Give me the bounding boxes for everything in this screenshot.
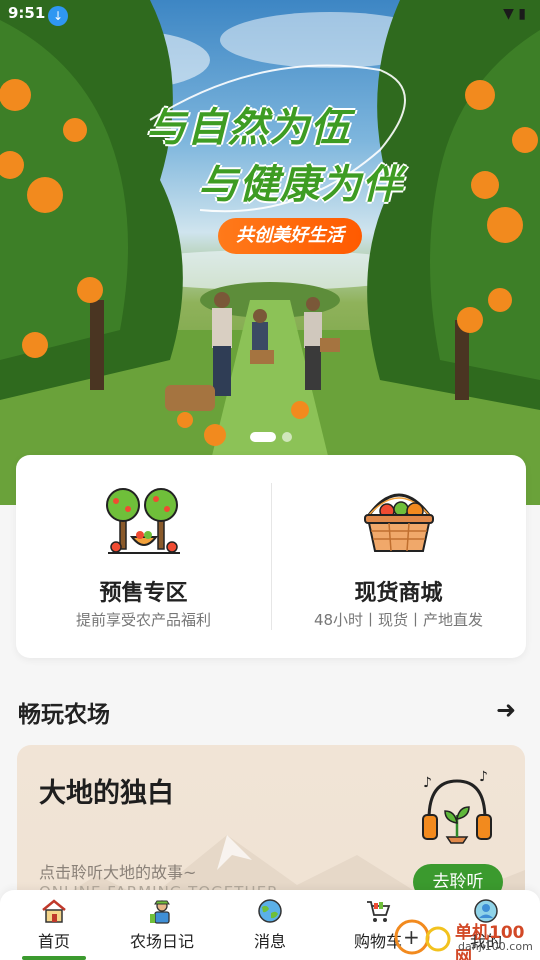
banner-slogan-pill: 共创美好生活 bbox=[218, 218, 362, 254]
tab-home[interactable]: 首页 bbox=[4, 890, 104, 960]
quick-entry-card: 预售专区 提前享受农产品福利 现货商城 48小时丨现货丨产地直发 bbox=[16, 455, 526, 658]
spot-mall-title: 现货商城 bbox=[354, 581, 443, 606]
svg-text:♪: ♪ bbox=[423, 775, 432, 791]
carousel-dot-active[interactable] bbox=[250, 432, 276, 442]
carousel-indicator[interactable] bbox=[250, 432, 292, 442]
section-title: 畅玩农场 bbox=[18, 702, 110, 728]
spot-mall-entry[interactable]: 现货商城 48小时丨现货丨产地直发 bbox=[271, 455, 526, 658]
farm-card-subtitle: 点击聆听大地的故事~ bbox=[39, 863, 197, 882]
tab-messages[interactable]: 消息 bbox=[220, 890, 320, 960]
tab-label-home: 首页 bbox=[37, 932, 70, 951]
globe-icon bbox=[258, 899, 282, 923]
carousel-dot[interactable] bbox=[282, 432, 292, 442]
farmer-icon bbox=[150, 900, 170, 924]
spot-mall-subtitle: 48小时丨现货丨产地直发 bbox=[313, 611, 484, 629]
presale-title: 预售专区 bbox=[99, 581, 188, 606]
banner-slogan-line1: 与自然为伍 bbox=[146, 104, 351, 151]
app-screen: 9:51 ↓ ▼ ▮ 与自然为伍 与健康为伴 共创美好生活 预售专区 提前享受农… bbox=[0, 0, 540, 960]
presale-entry[interactable]: 预售专区 提前享受农产品福利 bbox=[16, 455, 271, 658]
watermark-url: danji100.com bbox=[458, 940, 533, 953]
tab-label-messages: 消息 bbox=[253, 932, 286, 951]
farm-card-title: 大地的独白 bbox=[39, 778, 174, 809]
download-icon: ↓ bbox=[48, 6, 68, 26]
watermark-text: 单机100网 bbox=[455, 923, 525, 960]
presale-subtitle: 提前享受农产品福利 bbox=[75, 611, 211, 629]
cart-icon bbox=[367, 901, 391, 922]
svg-text:+: + bbox=[403, 925, 420, 949]
fruit-basket-icon bbox=[364, 493, 434, 552]
banner-carousel[interactable]: 9:51 ↓ ▼ ▮ 与自然为伍 与健康为伴 共创美好生活 bbox=[0, 0, 540, 505]
headphone-plant-icon: ♪ ♪ bbox=[422, 769, 492, 844]
tab-label-farm-diary: 农场日记 bbox=[129, 932, 194, 951]
svg-text:♪: ♪ bbox=[479, 769, 488, 785]
wifi-battery-icon: ▼ ▮ bbox=[503, 6, 526, 22]
status-time: 9:51 bbox=[8, 4, 46, 22]
home-icon bbox=[42, 899, 66, 923]
orchard-icon bbox=[106, 488, 180, 554]
active-tab-indicator bbox=[22, 956, 86, 960]
arrow-right-icon[interactable]: ➜ bbox=[496, 696, 516, 724]
tab-farm-diary[interactable]: 农场日记 bbox=[112, 890, 212, 960]
banner-slogan-line2: 与健康为伴 bbox=[198, 161, 403, 208]
